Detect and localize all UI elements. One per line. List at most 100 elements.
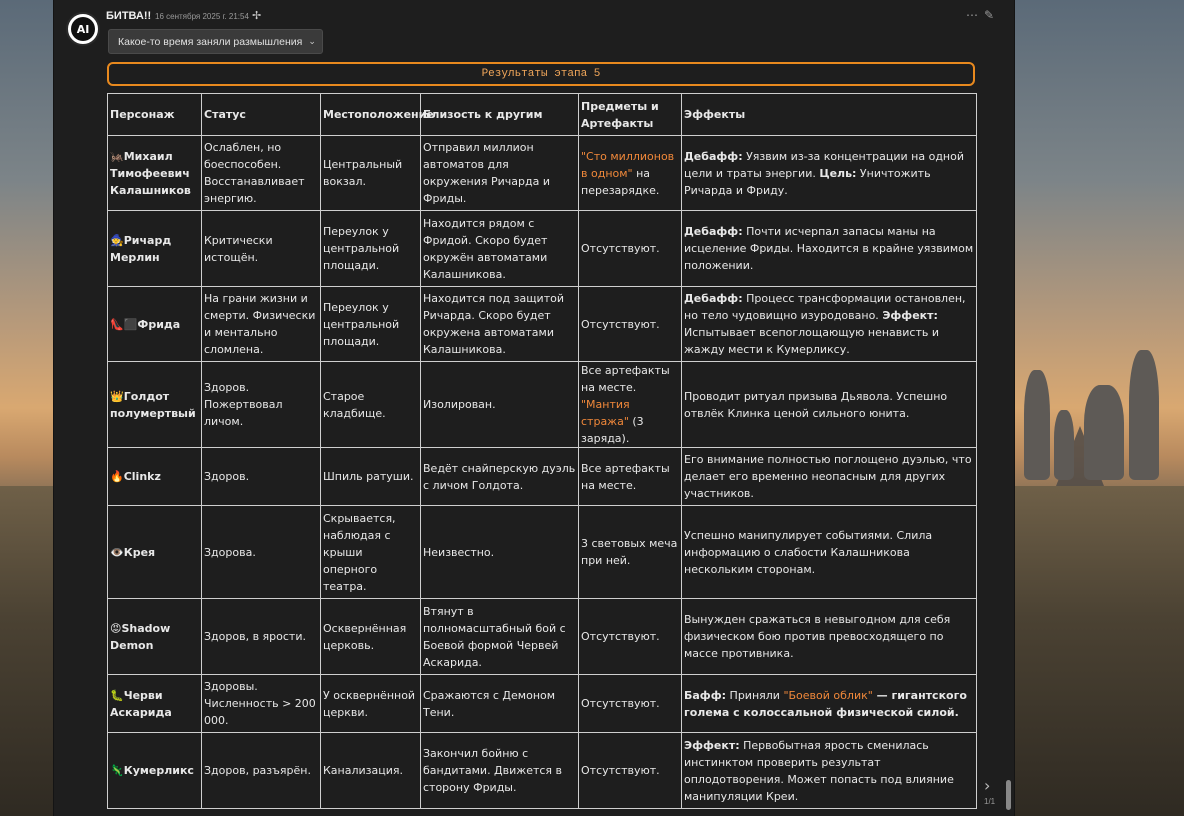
proximity-cell: Находится под защитой Ричарда. Скоро буд…	[420, 286, 579, 362]
items-cell: Отсутствуют.	[578, 286, 682, 362]
more-options-icon[interactable]: ⋯	[966, 8, 979, 22]
character-icon: 🧙	[110, 233, 124, 247]
character-cell: 👁️Крея	[107, 505, 202, 599]
thinking-dropdown[interactable]: Какое-то время заняли размышления ⌄	[108, 29, 323, 54]
effect-label: Эффект:	[882, 309, 938, 322]
items-text: Все артефакты на месте.	[581, 364, 670, 394]
character-name: Кумерликс	[123, 764, 194, 777]
proximity-cell: Сражаются с Демоном Тени.	[420, 674, 579, 733]
header-character: Персонаж	[107, 93, 202, 136]
chevron-right-icon[interactable]: ›	[984, 776, 990, 795]
status-cell: Здоров.	[201, 447, 321, 506]
items-cell: Все артефакты на месте.	[578, 447, 682, 506]
items-cell: Все артефакты на месте. "Мантия стража" …	[578, 361, 682, 448]
table-row: 👠⬛Фрида На грани жизни и смерти. Физичес…	[107, 286, 977, 362]
character-icon: 🔥	[110, 470, 124, 483]
effect-label: Дебафф:	[684, 225, 743, 238]
location-cell: Переулок у центральной площади.	[320, 210, 421, 287]
character-name: Clinkz	[123, 470, 161, 483]
proximity-cell: Закончил бойню с бандитами. Движется в с…	[420, 732, 579, 809]
character-name: Крея	[123, 545, 156, 559]
proximity-cell: Неизвестно.	[420, 505, 579, 599]
status-cell: Здорова.	[201, 505, 321, 599]
table-row: 👑Голдот полумертвый Здоров. Пожертвовал …	[107, 361, 977, 448]
table-header-row: Персонаж Статус Местоположение Близость …	[107, 93, 977, 136]
table-row: 🔥Clinkz Здоров. Шпиль ратуши. Ведёт снай…	[107, 447, 977, 506]
status-cell: Ослаблен, но боеспособен. Восстанавливае…	[201, 135, 321, 211]
avatar-logo: AI	[71, 17, 95, 41]
effects-cell: Вынужден сражаться в невыгодном для себя…	[681, 598, 977, 675]
location-cell: Осквернённая церковь.	[320, 598, 421, 675]
location-cell: Центральный вокзал.	[320, 135, 421, 211]
character-icon: 😡	[110, 621, 122, 635]
character-cell: 🦎Кумерликс	[107, 732, 202, 809]
character-name: Фрида	[137, 317, 181, 331]
items-cell: 3 световых меча при ней.	[578, 505, 682, 599]
status-cell: Здоров. Пожертвовал личом.	[201, 361, 321, 448]
effect-label: Цель:	[819, 166, 857, 180]
status-cell: Здоров, разъярён.	[201, 732, 321, 809]
character-cell: 🦗Михаил Тимофеевич Калашников	[107, 135, 202, 211]
effect-label: Дебафф:	[684, 292, 743, 305]
stage-results-banner: Результаты этапа 5	[107, 62, 975, 86]
proximity-cell: Втянут в полномасштабный бой с Боевой фо…	[420, 598, 579, 675]
location-cell: У осквернённой церкви.	[320, 674, 421, 733]
character-cell: 🔥Clinkz	[107, 447, 202, 506]
page-indicator: 1/1	[984, 797, 996, 806]
character-icon: 🦎	[110, 764, 124, 777]
character-icon: 👑	[110, 389, 124, 403]
character-icon: 👁️	[110, 545, 124, 559]
edit-icon[interactable]: ✎	[984, 8, 994, 22]
header-location: Местоположение	[320, 93, 434, 136]
status-cell: Здоров, в ярости.	[201, 598, 321, 675]
character-cell: 🐛Черви Аскарида	[107, 674, 202, 733]
location-cell: Старое кладбище.	[320, 361, 421, 448]
items-cell: Отсутствуют.	[578, 210, 682, 287]
proximity-cell: Находится рядом с Фридой. Скоро будет ок…	[420, 210, 579, 287]
items-cell: Отсутствуют.	[578, 674, 682, 733]
artifact-highlight: "Мантия стража"	[581, 398, 630, 428]
header-items: Предметы и Артефакты	[578, 93, 682, 136]
bird-icon: ✢	[252, 9, 262, 22]
location-cell: Скрывается, наблюдая с крыши оперного те…	[320, 505, 421, 599]
proximity-cell: Изолирован.	[420, 361, 579, 448]
character-icon: 🦗	[110, 149, 124, 163]
scrollbar[interactable]	[1006, 780, 1011, 810]
items-cell: Отсутствуют.	[578, 732, 682, 809]
status-cell: Здоровы. Численность > 200 000.	[201, 674, 321, 733]
effect-highlight: "Боевой облик"	[783, 688, 873, 702]
location-cell: Шпиль ратуши.	[320, 447, 421, 506]
effects-cell: Дебафф: Почти исчерпал запасы маны на ис…	[681, 210, 977, 287]
chevron-down-icon: ⌄	[308, 36, 316, 46]
effect-label: Эффект:	[684, 738, 740, 752]
effects-cell: Его внимание полностью поглощено дуэлью,…	[681, 447, 977, 506]
character-icon: 👠⬛	[110, 317, 138, 331]
character-icon: 🐛	[110, 688, 124, 702]
character-cell: 🧙Ричард Мерлин	[107, 210, 202, 287]
character-cell: 👑Голдот полумертвый	[107, 361, 202, 448]
thinking-label: Какое-то время заняли размышления	[118, 35, 303, 48]
effect-text: Приняли	[726, 688, 784, 702]
location-cell: Канализация.	[320, 732, 421, 809]
effects-cell: Успешно манипулирует событиями. Слила ин…	[681, 505, 977, 599]
table-row: 😡Shadow Demon Здоров, в ярости. Осквернё…	[107, 598, 977, 675]
effects-cell: Проводит ритуал призыва Дьявола. Успешно…	[681, 361, 977, 448]
avatar[interactable]: AI	[66, 12, 100, 46]
effect-label: Дебафф:	[684, 149, 743, 163]
results-table: Персонаж Статус Местоположение Близость …	[107, 93, 977, 809]
table-row: 🦎Кумерликс Здоров, разъярён. Канализация…	[107, 732, 977, 809]
table-row: 👁️Крея Здорова. Скрывается, наблюдая с к…	[107, 505, 977, 599]
proximity-cell: Ведёт снайперскую дуэль с личом Голдота.	[420, 447, 579, 506]
proximity-cell: Отправил миллион автоматов для окружения…	[420, 135, 579, 211]
effect-text: Испытывает всепоглощающую ненависть и жа…	[684, 326, 939, 356]
message-timestamp: 16 сентября 2025 г. 21:54	[155, 12, 249, 21]
character-cell: 😡Shadow Demon	[107, 598, 202, 675]
message-header: AI БИТВА!! 16 сентября 2025 г. 21:54 ✢ ⋯…	[66, 6, 1006, 66]
location-cell: Переулок у центральной площади.	[320, 286, 421, 362]
effects-cell: Бафф: Приняли "Боевой облик" — гигантско…	[681, 674, 977, 733]
table-row: 🦗Михаил Тимофеевич Калашников Ослаблен, …	[107, 135, 977, 211]
status-cell: На грани жизни и смерти. Физически и мен…	[201, 286, 321, 362]
status-cell: Критически истощён.	[201, 210, 321, 287]
artifact-highlight: "Сто миллионов в одном"	[581, 149, 675, 180]
author-name[interactable]: БИТВА!!	[106, 10, 151, 22]
